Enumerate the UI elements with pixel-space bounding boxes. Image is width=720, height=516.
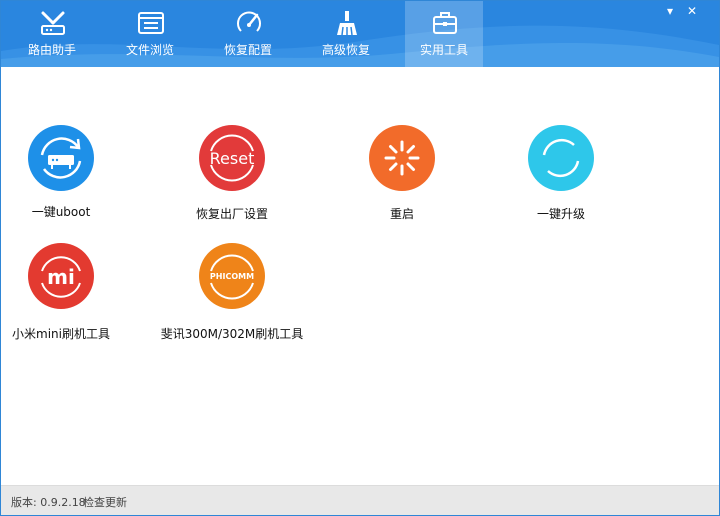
tab-label: 恢复配置 <box>223 43 272 57</box>
tool-one-click-uboot[interactable]: 一键uboot <box>0 125 141 225</box>
close-button[interactable]: ✕ <box>685 5 699 17</box>
tool-xiaomi-mini-flash[interactable]: mi 小米mini刷机工具 <box>0 243 141 343</box>
xiaomi-logo-icon: mi <box>28 243 94 309</box>
version-text: 版本: 0.9.2.18 <box>11 496 86 509</box>
tool-factory-reset[interactable]: Reset 恢复出厂设置 <box>152 125 312 225</box>
reset-icon: Reset <box>199 125 265 191</box>
advanced-restore-icon <box>337 11 357 36</box>
tab-advanced-restore[interactable]: 高级恢复 <box>307 1 385 67</box>
tool-label: 斐讯300M/302M刷机工具 <box>160 327 304 341</box>
router-refresh-icon <box>28 125 94 191</box>
tab-utilities[interactable]: 实用工具 <box>405 1 483 67</box>
file-browser-icon <box>138 12 164 34</box>
tab-label: 实用工具 <box>419 43 468 57</box>
tab-label: 路由助手 <box>27 43 76 57</box>
reboot-icon <box>369 125 435 191</box>
xiaomi-logo-text: mi <box>47 265 75 289</box>
tab-restore-config[interactable]: 恢复配置 <box>209 1 287 67</box>
tool-label: 一键uboot <box>31 205 91 219</box>
tool-label: 小米mini刷机工具 <box>12 327 110 341</box>
router-tools-icon <box>41 11 65 35</box>
tool-one-click-upgrade[interactable]: 一键升级 <box>481 125 641 225</box>
restore-config-icon <box>237 11 261 32</box>
tab-label: 文件浏览 <box>125 43 174 57</box>
tab-file-browser[interactable]: 文件浏览 <box>111 1 189 67</box>
tab-router-assistant[interactable]: 路由助手 <box>13 1 91 67</box>
phicomm-logo-text: PHICOMM <box>210 272 254 281</box>
tab-label: 高级恢复 <box>321 43 370 57</box>
reset-icon-text: Reset <box>210 149 255 168</box>
app-window: 路由助手 文件浏览 恢复配置 高级恢复 实用工具 ▾ ✕ 一键uboot Res… <box>0 0 720 516</box>
tool-phicomm-flash[interactable]: PHICOMM 斐讯300M/302M刷机工具 <box>152 243 312 343</box>
tool-label: 恢复出厂设置 <box>195 207 268 221</box>
tool-label: 一键升级 <box>536 207 585 221</box>
toolbox-icon <box>433 12 457 34</box>
phicomm-logo-icon: PHICOMM <box>199 243 265 309</box>
status-bar: 版本: 0.9.2.18 检查更新 <box>1 485 719 515</box>
tool-label: 重启 <box>389 207 414 221</box>
upgrade-icon <box>528 125 594 191</box>
tool-reboot[interactable]: 重启 <box>322 125 482 225</box>
tab-bar: 路由助手 文件浏览 恢复配置 高级恢复 实用工具 ▾ ✕ <box>1 1 719 67</box>
minimize-button[interactable]: ▾ <box>663 5 677 17</box>
check-update-link[interactable]: 检查更新 <box>83 494 127 510</box>
